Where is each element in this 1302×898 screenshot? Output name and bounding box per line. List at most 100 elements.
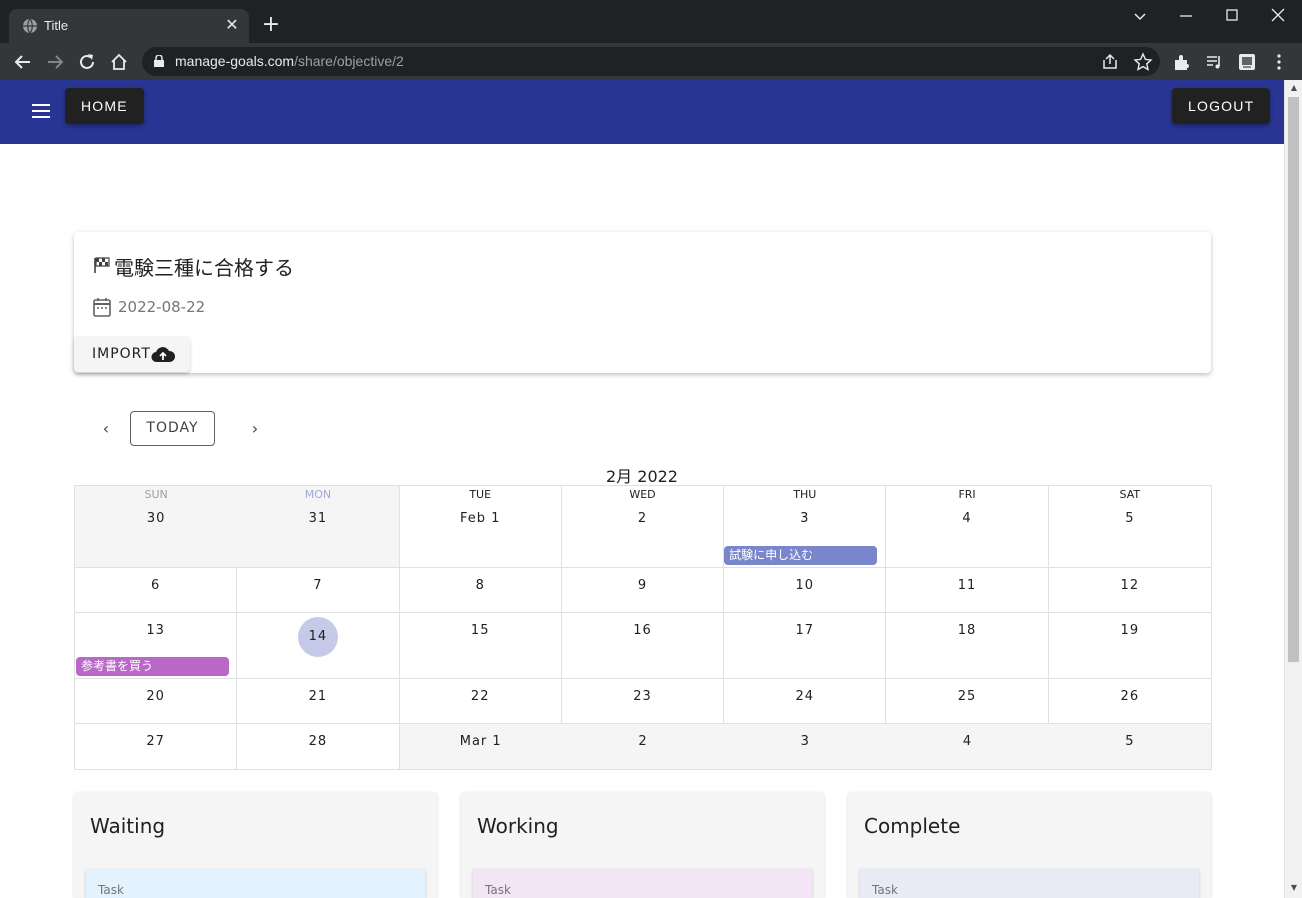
calendar-event[interactable]: 参考書を買う — [76, 657, 229, 676]
profile-avatar-icon[interactable] — [1237, 52, 1257, 72]
page-scrollbar[interactable]: ▲ ▼ — [1284, 80, 1302, 898]
day-number[interactable]: 24 — [724, 679, 885, 704]
calendar-day[interactable]: 15 — [400, 613, 562, 678]
home-icon[interactable] — [108, 51, 130, 73]
day-number[interactable]: 17 — [724, 613, 885, 638]
calendar-day[interactable]: 11 — [886, 568, 1049, 612]
bookmark-star-icon[interactable] — [1133, 52, 1153, 72]
day-number[interactable]: 16 — [562, 613, 723, 638]
day-number[interactable]: 31 — [237, 501, 398, 526]
media-controls-icon[interactable] — [1204, 52, 1224, 72]
day-number[interactable]: 21 — [237, 679, 398, 704]
home-button[interactable]: HOME — [65, 88, 144, 124]
task-card[interactable]: Task — [860, 869, 1199, 898]
day-number[interactable]: 9 — [562, 568, 723, 593]
day-number[interactable]: 12 — [1049, 568, 1211, 593]
more-menu-icon[interactable] — [1269, 52, 1289, 72]
day-number[interactable]: 22 — [400, 679, 561, 704]
calendar-event[interactable]: 試験に申し込む — [724, 546, 878, 565]
calendar-day[interactable]: 2 — [561, 724, 725, 769]
calendar-day[interactable]: 26 — [1049, 679, 1211, 723]
calendar-day[interactable]: Mar 1 — [399, 724, 562, 769]
task-card[interactable]: Task — [86, 869, 425, 898]
omnibox[interactable]: manage-goals.com/share/objective/2 — [142, 47, 1160, 76]
day-number[interactable]: 7 — [237, 568, 398, 593]
day-number[interactable]: 10 — [724, 568, 885, 593]
back-arrow-icon[interactable] — [12, 51, 34, 73]
day-number[interactable]: Feb 1 — [400, 501, 561, 526]
day-number[interactable]: 2 — [562, 724, 724, 749]
extensions-icon[interactable] — [1172, 52, 1192, 72]
calendar-day[interactable]: THU 3 試験に申し込む — [724, 486, 887, 567]
maximize-icon[interactable] — [1222, 6, 1242, 26]
calendar-day[interactable]: 24 — [724, 679, 887, 723]
day-number[interactable]: 8 — [400, 568, 561, 593]
day-number[interactable]: 23 — [562, 679, 723, 704]
day-number[interactable]: 25 — [886, 679, 1047, 704]
day-number[interactable]: 27 — [75, 724, 236, 749]
day-number[interactable]: 20 — [75, 679, 236, 704]
calendar-day[interactable]: 22 — [400, 679, 562, 723]
next-month-button[interactable]: › — [245, 419, 265, 439]
task-card[interactable]: Task — [473, 869, 812, 898]
calendar-day[interactable]: 17 — [724, 613, 887, 678]
today-button[interactable]: TODAY — [130, 411, 215, 446]
calendar-day[interactable]: SUN 30 — [75, 486, 238, 567]
calendar-day[interactable]: 19 — [1049, 613, 1211, 678]
calendar-day[interactable]: TUE Feb 1 — [400, 486, 562, 567]
calendar-day[interactable]: 20 — [75, 679, 238, 723]
day-number[interactable]: 19 — [1049, 613, 1211, 638]
calendar-day[interactable]: 7 — [237, 568, 400, 612]
day-number[interactable]: 5 — [1049, 724, 1211, 749]
day-number[interactable]: 5 — [1049, 501, 1211, 526]
day-number[interactable]: 4 — [886, 724, 1048, 749]
day-number[interactable]: 30 — [75, 501, 237, 526]
hamburger-menu-icon[interactable] — [32, 104, 50, 118]
day-number[interactable]: 18 — [886, 613, 1047, 638]
scroll-up-arrow-icon[interactable]: ▲ — [1289, 83, 1299, 93]
calendar-day[interactable]: 12 — [1049, 568, 1211, 612]
calendar-day[interactable]: 5 — [1048, 724, 1211, 769]
calendar-day[interactable]: 25 — [886, 679, 1049, 723]
day-number[interactable]: 4 — [886, 501, 1047, 526]
day-number[interactable]: Mar 1 — [400, 724, 562, 749]
calendar-day[interactable]: 9 — [562, 568, 725, 612]
today-day-number[interactable]: 14 — [297, 617, 338, 657]
calendar-day[interactable]: 23 — [562, 679, 725, 723]
calendar-day[interactable]: 18 — [886, 613, 1049, 678]
calendar-day[interactable]: 3 — [724, 724, 887, 769]
day-number[interactable]: 28 — [237, 724, 398, 749]
import-button[interactable]: IMPORT — [74, 336, 190, 372]
lock-icon[interactable] — [154, 55, 164, 67]
close-window-icon[interactable] — [1268, 6, 1288, 26]
calendar-day[interactable]: WED 2 — [562, 486, 725, 567]
forward-arrow-icon[interactable] — [44, 51, 66, 73]
calendar-day[interactable]: 28 — [237, 724, 400, 769]
calendar-day[interactable]: 8 — [400, 568, 562, 612]
new-tab-icon[interactable]: + — [261, 14, 281, 36]
calendar-day[interactable]: SAT 5 — [1049, 486, 1211, 567]
logout-button[interactable]: LOGOUT — [1172, 88, 1271, 124]
day-number[interactable]: 11 — [886, 568, 1047, 593]
scroll-down-arrow-icon[interactable]: ▼ — [1289, 883, 1299, 893]
prev-month-button[interactable]: ‹ — [96, 419, 116, 439]
calendar-day[interactable]: 27 — [75, 724, 238, 769]
scroll-thumb[interactable] — [1288, 97, 1299, 662]
tab-close-icon[interactable]: ✕ — [223, 16, 241, 34]
calendar-day[interactable]: 6 — [75, 568, 238, 612]
day-number[interactable]: 26 — [1049, 679, 1211, 704]
minimize-icon[interactable] — [1176, 6, 1196, 26]
calendar-day[interactable]: 21 — [237, 679, 400, 723]
day-number[interactable]: 13 — [75, 613, 236, 638]
day-number[interactable]: 6 — [75, 568, 236, 593]
day-number[interactable]: 3 — [724, 724, 886, 749]
day-number[interactable]: 2 — [562, 501, 723, 526]
calendar-day[interactable]: 10 — [724, 568, 887, 612]
calendar-day[interactable]: 4 — [886, 724, 1049, 769]
tab-search-icon[interactable] — [1130, 6, 1150, 26]
reload-icon[interactable] — [76, 51, 98, 73]
calendar-day[interactable]: MON 31 — [237, 486, 400, 567]
browser-tab[interactable]: Title ✕ — [9, 9, 249, 43]
day-number[interactable]: 15 — [400, 613, 561, 638]
calendar-day[interactable]: 14 — [237, 613, 400, 678]
